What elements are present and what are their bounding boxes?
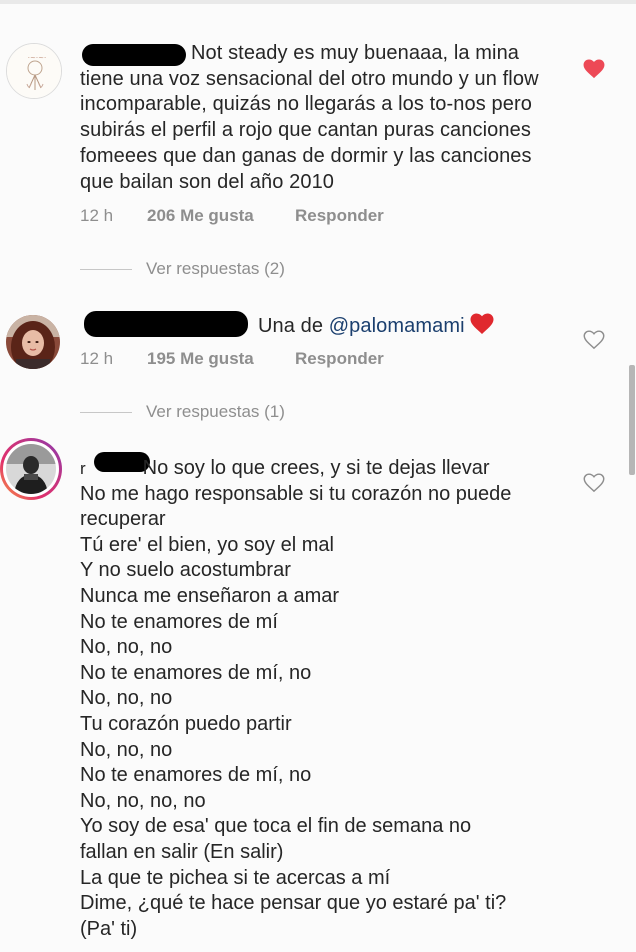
- lyric-line: No, no, no: [80, 636, 173, 659]
- view-replies-button[interactable]: Ver respuestas (2): [80, 258, 380, 280]
- heart-emoji: [470, 313, 494, 343]
- screen-top-edge: [0, 0, 636, 4]
- heart-filled-icon: [583, 59, 605, 79]
- mention-link[interactable]: @palomamami: [329, 315, 465, 337]
- view-replies-button[interactable]: Ver respuestas (1): [80, 401, 380, 423]
- lyric-line: No, no, no: [80, 687, 173, 710]
- lyric-line: Nunca me enseñaron a amar: [80, 584, 340, 607]
- comment-time: 12 h: [80, 206, 114, 225]
- like-button[interactable]: [583, 330, 605, 350]
- avatar-commenter-2[interactable]: [6, 315, 60, 369]
- lyric-line: No te enamores de mí, no: [80, 764, 312, 787]
- comment-3-lyrics: r No soy lo que crees, y si te dejas llev…: [80, 456, 580, 942]
- reply-button[interactable]: Responder: [295, 205, 384, 227]
- avatar-commenter-1[interactable]: ·~·~·: [6, 43, 62, 99]
- likes-count[interactable]: 206 Me gusta: [147, 205, 254, 227]
- lyric-line: Tú ere' el bien, yo soy el mal: [80, 533, 334, 556]
- comment-2-text: Una de: [258, 315, 324, 337]
- lyric-line: No te enamores de mí: [80, 610, 278, 633]
- comment-meta: 12 h 195 Me gusta Responder: [80, 348, 480, 370]
- lyric-line: No me hago responsable si tu corazón no …: [80, 482, 512, 505]
- replies-divider: [80, 412, 132, 413]
- view-replies-label: Ver respuestas (2): [146, 259, 285, 278]
- lyric-line: No, no, no: [80, 738, 173, 761]
- heart-outline-icon: [583, 330, 605, 350]
- lyric-line: No te enamores de mí, no: [80, 661, 312, 684]
- lyric-line: recuperar: [80, 508, 166, 531]
- lyric-line: Y no suelo acostumbrar: [80, 559, 291, 582]
- avatar-image: [6, 444, 56, 494]
- avatar-commenter-3[interactable]: [0, 438, 62, 500]
- lyric-line: Yo soy de esa' que toca el fin de semana…: [80, 815, 472, 838]
- reply-button[interactable]: Responder: [295, 348, 384, 370]
- avatar-image: [6, 315, 60, 369]
- comment-line: r No soy lo que crees, y si te dejas llev…: [80, 457, 490, 479]
- lyric-line: fallan en salir (En salir): [80, 840, 284, 863]
- comment-time: 12 h: [80, 349, 114, 368]
- lyric-line: Dime, ¿qué te hace pensar que yo estaré …: [80, 892, 507, 915]
- heart-emoji-icon: [470, 313, 494, 334]
- lyric-line: Tu corazón puedo partir: [80, 712, 292, 735]
- heart-outline-icon: [583, 473, 605, 493]
- lyric-line: (Pa' ti): [80, 917, 138, 940]
- lyric-line: No, no, no, no: [80, 789, 206, 812]
- lyric-line: No soy lo que crees, y si te dejas lleva…: [142, 457, 490, 479]
- like-button[interactable]: [583, 473, 605, 493]
- scrollbar-thumb[interactable]: [629, 365, 635, 475]
- view-replies-label: Ver respuestas (1): [146, 402, 285, 421]
- like-button[interactable]: [583, 59, 605, 79]
- comment-1-text: Not steady es muy buenaaa, la mina tiene…: [80, 42, 539, 193]
- comment-meta: 12 h 206 Me gusta Responder: [80, 205, 480, 227]
- avatar-image: ·~·~·: [7, 44, 61, 98]
- comment-text: Una de @palomamami: [84, 313, 564, 343]
- likes-count[interactable]: 195 Me gusta: [147, 348, 254, 370]
- comment-text: Not steady es muy buenaaa, la mina tiene…: [80, 41, 560, 195]
- replies-divider: [80, 269, 132, 270]
- lyric-line: La que te pichea si te acercas a mí: [80, 866, 391, 889]
